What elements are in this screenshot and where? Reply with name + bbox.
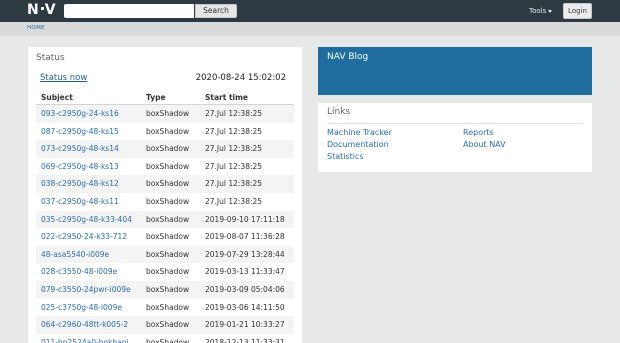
link-reports[interactable]: Reports (463, 128, 494, 137)
start-time-cell: 2019-03-13 11:33:47 (205, 267, 285, 277)
column-header-start-time: Start time (205, 93, 249, 102)
subject-link[interactable]: 093-c2950g-24-ks16 (41, 105, 119, 123)
table-row: 025-c3750g-48-i009e boxShadow 2019-03-06 1… (36, 299, 294, 317)
start-time-cell: 27.Jul 12:38:25 (205, 161, 263, 171)
type-cell: boxShadow (146, 337, 190, 343)
table-row: 064-c2960-48tt-k005-2 boxShadow 2019-01-21… (36, 316, 294, 334)
start-time-cell: 2019-09-10 17:11:18 (205, 214, 285, 224)
links-title: Links (327, 107, 351, 117)
column-header-subject: Subject (41, 93, 73, 102)
table-row: 037-c2950g-48-ks11 boxShadow 27.Jul 12:38:… (36, 193, 294, 211)
start-time-cell: 27.Jul 12:38:25 (205, 196, 263, 206)
start-time-cell: 2019-01-21 10:33:27 (205, 320, 285, 330)
start-time-cell: 2018-12-13 11:33:31 (205, 337, 285, 343)
links-widget: Links Machine Tracker Documentation Stat… (318, 103, 592, 172)
table-row: 073-c2950g-48-ks14 boxShadow 27.Jul 12:38:… (36, 140, 294, 158)
table-row: 087-c2950g-48-ks15 boxShadow 27.Jul 12:38:… (36, 123, 294, 141)
start-time-cell: 2019-03-09 05:04:06 (205, 284, 285, 294)
link-about-nav[interactable]: About NAV (463, 140, 506, 149)
start-time-cell: 2019-03-06 14:11:50 (205, 302, 285, 312)
link-documentation[interactable]: Documentation (327, 140, 389, 149)
subject-link[interactable]: 035-c2950g-48-k33-404 (41, 211, 132, 229)
table-row: 093-c2950g-24-ks16 boxShadow 27.Jul 12:38:… (36, 105, 294, 123)
type-cell: boxShadow (146, 144, 190, 154)
nav-logo[interactable]: NV (27, 2, 57, 19)
status-widget: Status Status now 2020-08-24 15:02:02 Su… (28, 47, 302, 343)
search-input[interactable] (64, 4, 194, 18)
subject-link[interactable]: 079-c3550-24pwr-i009e (41, 281, 131, 299)
subject-link[interactable]: 028-c3550-48-i009e (41, 263, 117, 281)
subject-link[interactable]: 037-c2950g-48-ks11 (41, 193, 119, 211)
start-time-cell: 27.Jul 12:38:25 (205, 126, 263, 136)
subject-link[interactable]: 069-c2950g-48-ks13 (41, 158, 119, 176)
subject-link[interactable]: 022-c2950-24-k33-712 (41, 228, 127, 246)
type-cell: boxShadow (146, 179, 190, 189)
type-cell: boxShadow (146, 126, 190, 136)
link-machine-tracker[interactable]: Machine Tracker (327, 128, 392, 137)
subject-link[interactable]: 073-c2950g-48-ks14 (41, 140, 119, 158)
column-header-type: Type (146, 93, 166, 102)
status-now-link[interactable]: Status now (40, 73, 87, 83)
table-row: 079-c3550-24pwr-i009e boxShadow 2019-03-09… (36, 280, 294, 299)
tools-menu[interactable]: Tools (529, 5, 553, 17)
link-statistics[interactable]: Statistics (327, 152, 364, 161)
table-row: 038-c2950g-48-ks12 boxShadow 27.Jul 12:38:… (36, 175, 294, 193)
nav-blog-widget: NAV Blog (318, 47, 592, 95)
top-navbar: NV Search Tools Login (0, 0, 620, 22)
type-cell: boxShadow (146, 161, 190, 171)
type-cell: boxShadow (146, 109, 190, 118)
type-cell: boxShadow (146, 214, 190, 224)
status-title: Status (36, 53, 65, 63)
breadcrumb: HOME (0, 22, 620, 36)
type-cell: boxShadow (146, 196, 190, 206)
start-time-cell: 27.Jul 12:38:25 (205, 109, 263, 118)
table-row: 035-c2950g-48-k33-404 boxShadow 2019-09-10… (36, 210, 294, 229)
status-timestamp: 2020-08-24 15:02:02 (195, 73, 286, 83)
start-time-cell: 27.Jul 12:38:25 (205, 179, 263, 189)
search-button[interactable]: Search (195, 4, 237, 18)
tools-label: Tools (529, 7, 547, 15)
type-cell: boxShadow (146, 284, 190, 294)
type-cell: boxShadow (146, 320, 190, 330)
subject-link[interactable]: 064-c2960-48tt-k005-2 (41, 316, 128, 334)
subject-link[interactable]: 038-c2950g-48-ks12 (41, 175, 119, 193)
start-time-cell: 2019-07-29 13:28:44 (205, 249, 285, 259)
subject-link[interactable]: 48-asa5540-i009e (41, 246, 109, 264)
table-row: 028-c3550-48-i009e boxShadow 2019-03-13 11… (36, 263, 294, 281)
login-button[interactable]: Login (563, 3, 592, 19)
status-table-body: 093-c2950g-24-ks16 boxShadow 27.Jul 12:38:… (36, 105, 294, 343)
table-row: 48-asa5540-i009e boxShadow 2019-07-29 13:2… (36, 245, 294, 264)
start-time-cell: 2019-08-07 11:36:28 (205, 232, 285, 242)
subject-link[interactable]: 025-c3750g-48-i009e (41, 299, 122, 317)
breadcrumb-home[interactable]: HOME (27, 25, 45, 31)
caret-down-icon (548, 9, 553, 13)
type-cell: boxShadow (146, 302, 190, 312)
type-cell: boxShadow (146, 249, 190, 259)
table-row: 022-c2950-24-k33-712 boxShadow 2019-08-07 … (36, 228, 294, 246)
blog-title: NAV Blog (327, 52, 369, 62)
subject-link[interactable]: 011-hp2524a0-hokhapi (41, 334, 129, 343)
type-cell: boxShadow (146, 267, 190, 277)
start-time-cell: 27.Jul 12:38:25 (205, 144, 263, 154)
table-row: 011-hp2524a0-hokhapi boxShadow 2018-12-13 … (36, 334, 294, 343)
type-cell: boxShadow (146, 232, 190, 242)
links-divider (327, 123, 583, 124)
table-row: 069-c2950g-48-ks13 boxShadow 27.Jul 12:38:… (36, 158, 294, 176)
subject-link[interactable]: 087-c2950g-48-ks15 (41, 123, 119, 141)
